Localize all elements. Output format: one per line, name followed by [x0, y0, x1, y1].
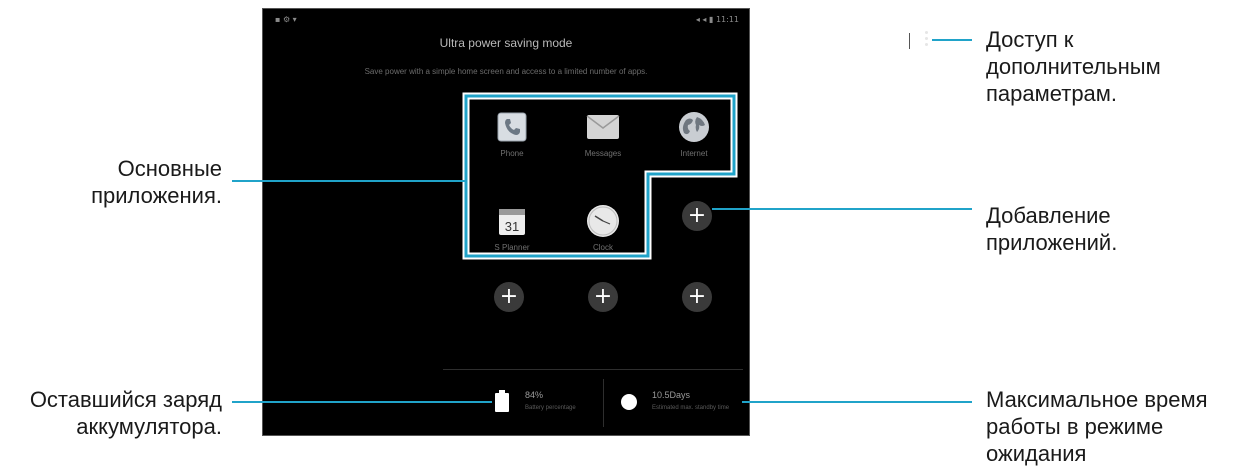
- device-screen: ▪ ⚙ ▾ ◂ ◂ ▮ 11:11 Ultra power saving mod…: [262, 8, 750, 436]
- screen-subtitle: Save power with a simple home screen and…: [364, 67, 648, 76]
- add-app-button[interactable]: +: [682, 201, 712, 231]
- globe-icon: [676, 109, 712, 145]
- more-options-button[interactable]: [481, 26, 495, 48]
- add-app-button[interactable]: +: [682, 282, 712, 312]
- screen-title: Ultra power saving mode: [439, 36, 573, 50]
- app-label-clock: Clock: [592, 243, 613, 252]
- app-s-planner[interactable]: 31 S Planner: [472, 203, 552, 252]
- app-label-phone: Phone: [500, 149, 524, 158]
- app-label-internet: Internet: [680, 149, 708, 158]
- annotation-add-apps: Добавление приложений.: [986, 203, 1118, 255]
- battery-caption: Battery percentage: [525, 405, 576, 411]
- stats-separator: [603, 379, 604, 427]
- annotation-standby-time: Максимальное время работы в режиме ожида…: [986, 387, 1208, 466]
- annotation-more-options: Доступ к дополнительным параметрам.: [986, 27, 1161, 106]
- svg-text:31: 31: [505, 219, 519, 234]
- app-label-s-planner: S Planner: [494, 243, 530, 252]
- app-phone[interactable]: Phone: [472, 109, 552, 158]
- calendar-icon: 31: [494, 203, 530, 239]
- bottom-divider: [443, 369, 743, 370]
- app-messages[interactable]: Messages: [563, 109, 643, 158]
- clock-icon: [585, 203, 621, 239]
- standby-time-value: 10.5Days: [652, 390, 691, 400]
- app-internet[interactable]: Internet: [654, 109, 734, 158]
- phone-icon: [494, 109, 530, 145]
- add-app-button[interactable]: +: [494, 282, 524, 312]
- envelope-icon: [585, 109, 621, 145]
- status-bar-right: ◂ ◂ ▮ 11:11: [695, 15, 739, 24]
- add-app-button[interactable]: +: [588, 282, 618, 312]
- status-bar-left: ▪ ⚙ ▾: [275, 15, 297, 24]
- more-options-icon[interactable]: [922, 30, 930, 50]
- menu-separator: [909, 33, 910, 49]
- battery-percentage: 84%: [525, 390, 544, 400]
- app-clock[interactable]: Clock: [563, 203, 643, 252]
- app-label-messages: Messages: [584, 149, 622, 158]
- standby-time-caption: Estimated max. standby time: [652, 405, 730, 411]
- standby-time-icon: [621, 394, 637, 410]
- annotation-core-apps: Основные приложения.: [91, 156, 222, 208]
- battery-icon: [495, 390, 509, 417]
- annotation-battery: Оставшийся заряд аккумулятора.: [29, 387, 222, 439]
